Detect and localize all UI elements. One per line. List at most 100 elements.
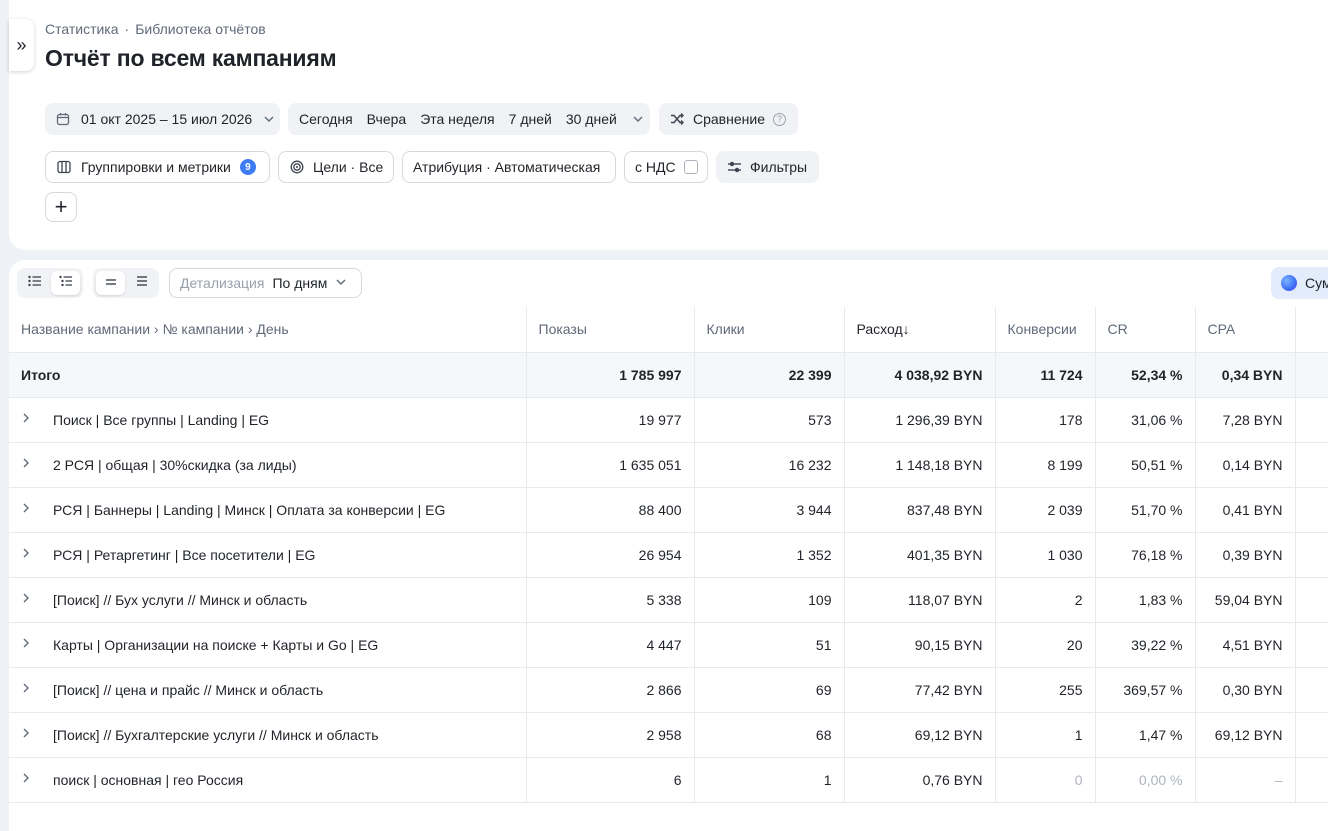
- column-header-clicks[interactable]: Клики: [694, 307, 845, 353]
- table-row[interactable]: Поиск | Все группы | Landing | EG 19 977 5…: [9, 397, 1328, 443]
- period-7-days[interactable]: 7 дней: [509, 111, 552, 127]
- columns-icon: [56, 159, 72, 175]
- cell-spend: 77,42 BYN: [844, 667, 996, 713]
- cell-cr: 51,70 %: [1095, 487, 1196, 533]
- column-header-impressions[interactable]: Показы: [526, 307, 695, 353]
- column-header-spend[interactable]: Расход↓: [844, 307, 996, 353]
- density-toggle: [93, 268, 159, 298]
- cell-impressions: 19 977: [526, 397, 695, 443]
- chevron-right-icon[interactable]: [21, 591, 41, 607]
- comfortable-density-button[interactable]: [127, 271, 156, 295]
- cell-cr: 50,51 %: [1095, 442, 1196, 488]
- overflow-cell: [1295, 757, 1328, 803]
- compact-density-button[interactable]: [96, 271, 125, 295]
- filters-button[interactable]: Фильтры: [716, 151, 819, 183]
- chevron-right-icon[interactable]: [21, 771, 41, 787]
- cell-conversions: 1: [995, 712, 1096, 758]
- cell-cpa: 69,12 BYN: [1195, 712, 1296, 758]
- column-header-cr[interactable]: CR: [1095, 307, 1196, 353]
- period-30-days[interactable]: 30 дней: [566, 111, 617, 127]
- table-row[interactable]: [Поиск] // Бух услуги // Минск и область…: [9, 577, 1328, 623]
- list-view-button[interactable]: [20, 271, 49, 295]
- tree-view-button[interactable]: [51, 271, 80, 295]
- campaign-name-text[interactable]: [Поиск] // цена и прайс // Минск и облас…: [53, 682, 323, 698]
- groupings-label: Группировки и метрики: [81, 159, 231, 175]
- sort-desc-icon: ↓: [902, 321, 910, 338]
- period-this-week[interactable]: Эта неделя: [420, 111, 494, 127]
- help-icon[interactable]: ?: [772, 112, 786, 126]
- attribution-button[interactable]: Атрибуция · Автоматическая: [402, 151, 616, 183]
- chevron-right-icon[interactable]: [21, 456, 41, 472]
- cell-conversions: 2: [995, 577, 1096, 623]
- cell-cpa: –: [1195, 757, 1296, 803]
- add-filter-button[interactable]: +: [45, 192, 77, 222]
- chevron-right-icon[interactable]: [21, 501, 41, 517]
- column-header-conversions[interactable]: Конверсии: [995, 307, 1096, 353]
- campaign-name-text[interactable]: 2 РСЯ | общая | 30%скидка (за лиды): [53, 457, 296, 473]
- column-header-campaign[interactable]: Название кампании › № кампании › День: [9, 307, 527, 353]
- period-yesterday[interactable]: Вчера: [367, 111, 407, 127]
- chevron-right-icon[interactable]: [21, 546, 41, 562]
- cell-cpa: 0,14 BYN: [1195, 442, 1296, 488]
- summary-button[interactable]: Сум: [1271, 267, 1328, 299]
- cell-conversions: 20: [995, 622, 1096, 668]
- date-range-picker[interactable]: 01 окт 2025 – 15 июл 2026: [45, 103, 280, 135]
- cell-campaign-name: [Поиск] // Бухгалтерские услуги // Минск…: [9, 712, 527, 758]
- campaign-name-text[interactable]: РСЯ | Баннеры | Landing | Минск | Оплата…: [53, 502, 445, 518]
- campaign-name-text[interactable]: поиск | основная | гео Россия: [53, 772, 243, 788]
- vat-checkbox[interactable]: [683, 160, 698, 174]
- cell-conversions: 1 030: [995, 532, 1096, 578]
- table-row[interactable]: Карты | Организации на поиске + Карты и …: [9, 622, 1328, 668]
- tree-list-icon: [58, 274, 73, 292]
- compact-rows-icon: [105, 274, 117, 292]
- table-row[interactable]: [Поиск] // цена и прайс // Минск и облас…: [9, 667, 1328, 713]
- compare-button[interactable]: Сравнение ?: [659, 103, 798, 135]
- breadcrumb-item-statistics[interactable]: Статистика: [45, 21, 119, 37]
- campaign-name-text[interactable]: Поиск | Все группы | Landing | EG: [53, 412, 269, 428]
- total-cpa: 0,34 BYN: [1195, 352, 1296, 398]
- cell-campaign-name: поиск | основная | гео Россия: [9, 757, 527, 803]
- goals-button[interactable]: Цели · Все: [278, 151, 394, 183]
- chevron-right-icon[interactable]: [21, 726, 41, 742]
- cell-cpa: 0,30 BYN: [1195, 667, 1296, 713]
- cell-spend: 401,35 BYN: [844, 532, 996, 578]
- table-row[interactable]: 2 РСЯ | общая | 30%скидка (за лиды) 1 635…: [9, 442, 1328, 488]
- cell-clicks: 68: [694, 712, 845, 758]
- cell-cr: 1,83 %: [1095, 577, 1196, 623]
- cell-clicks: 3 944: [694, 487, 845, 533]
- attribution-label: Атрибуция · Автоматическая: [413, 159, 601, 175]
- detail-select[interactable]: Детализация По дням: [169, 268, 362, 298]
- detail-label: Детализация: [180, 275, 265, 291]
- chevron-right-icon[interactable]: [21, 411, 41, 427]
- campaign-name-text[interactable]: Карты | Организации на поиске + Карты и …: [53, 637, 378, 653]
- breadcrumb-item-library[interactable]: Библиотека отчётов: [135, 21, 265, 37]
- cell-conversions: 8 199: [995, 442, 1096, 488]
- overflow-cell: [1295, 712, 1328, 758]
- view-mode-toggle: [17, 268, 83, 298]
- column-header-cpa[interactable]: CPA: [1195, 307, 1296, 353]
- table-row[interactable]: РСЯ | Ретаргетинг | Все посетители | EG 2…: [9, 532, 1328, 578]
- cell-spend: 0,76 BYN: [844, 757, 996, 803]
- table-row[interactable]: поиск | основная | гео Россия 6 1 0,76 BYN 0…: [9, 757, 1328, 803]
- vat-toggle[interactable]: с НДС: [624, 151, 708, 183]
- overflow-cell: [1295, 667, 1328, 713]
- cell-impressions: 4 447: [526, 622, 695, 668]
- cell-cpa: 7,28 BYN: [1195, 397, 1296, 443]
- campaign-name-text[interactable]: РСЯ | Ретаргетинг | Все посетители | EG: [53, 547, 315, 563]
- overflow-cell: [1295, 352, 1328, 398]
- campaign-name-text[interactable]: [Поиск] // Бух услуги // Минск и область: [53, 592, 307, 608]
- table-row[interactable]: РСЯ | Баннеры | Landing | Минск | Оплата…: [9, 487, 1328, 533]
- cell-impressions: 26 954: [526, 532, 695, 578]
- chevron-down-icon[interactable]: [631, 112, 645, 126]
- groupings-metrics-button[interactable]: Группировки и метрики 9: [45, 151, 270, 183]
- period-today[interactable]: Сегодня: [299, 111, 353, 127]
- overflow-cell: [1295, 397, 1328, 443]
- table-row[interactable]: [Поиск] // Бухгалтерские услуги // Минск…: [9, 712, 1328, 758]
- chevron-right-icon[interactable]: [21, 636, 41, 652]
- chevron-right-icon[interactable]: [21, 681, 41, 697]
- total-impressions: 1 785 997: [526, 352, 695, 398]
- campaign-name-text[interactable]: [Поиск] // Бухгалтерские услуги // Минск…: [53, 727, 379, 743]
- sidebar-expand-button[interactable]: »: [9, 19, 34, 71]
- total-clicks: 22 399: [694, 352, 845, 398]
- overflow-cell: [1295, 487, 1328, 533]
